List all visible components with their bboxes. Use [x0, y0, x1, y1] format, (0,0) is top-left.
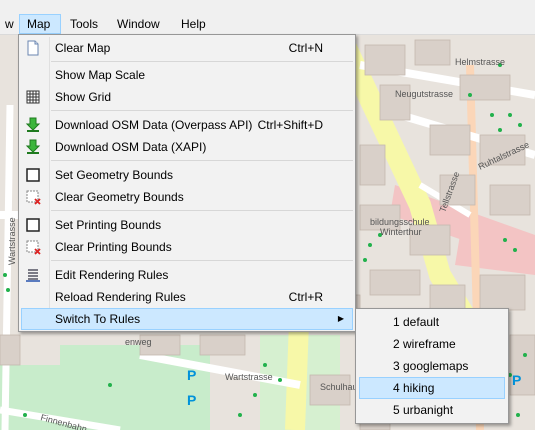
submenu-arrow-icon: ▶ — [337, 314, 344, 323]
menu-item-shortcut: Ctrl+R — [288, 290, 323, 304]
parking-icon: P — [187, 392, 196, 408]
street-label: enweg — [125, 337, 152, 347]
menu-item-label: Switch To Rules — [55, 312, 141, 326]
menu-item-download-overpass[interactable]: Download OSM Data (Overpass API) Ctrl+Sh… — [21, 114, 353, 136]
submenu-item-googlemaps[interactable]: 3 googlemaps — [359, 355, 505, 377]
park-area — [60, 345, 210, 430]
rules-list-icon — [26, 269, 40, 282]
menu-window[interactable]: Window — [110, 14, 167, 34]
menu-item-show-map-scale[interactable]: Show Map Scale — [21, 64, 353, 86]
menu-item-clear-printing-bounds[interactable]: Clear Printing Bounds — [21, 236, 353, 258]
submenu-item-hiking[interactable]: 4 hiking — [359, 377, 505, 399]
menu-item-download-xapi[interactable]: Download OSM Data (XAPI) — [21, 136, 353, 158]
menu-item-shortcut: Ctrl+N — [288, 41, 323, 55]
street-label: bildungsschule — [370, 217, 430, 227]
building — [369, 269, 421, 296]
street-label: Winterthur — [380, 227, 422, 237]
building — [479, 274, 526, 311]
menu-separator — [51, 160, 353, 161]
menu-item-shortcut: Ctrl+Shift+D — [257, 118, 323, 132]
menu-item-switch-to-rules[interactable]: Switch To Rules ▶ — [21, 308, 353, 330]
menu-item-label: Download OSM Data (XAPI) — [55, 140, 207, 154]
new-document-icon — [27, 40, 39, 56]
building — [489, 184, 531, 216]
menu-help[interactable]: Help — [174, 14, 213, 34]
building — [459, 74, 511, 101]
building — [199, 334, 246, 356]
bounds-square-icon — [26, 218, 40, 232]
clear-bounds-icon — [26, 240, 41, 255]
map-dropdown-menu: Clear Map Ctrl+N Show Map Scale Show Gri… — [18, 34, 356, 332]
street — [1, 104, 14, 430]
title-strip — [0, 0, 535, 14]
menubar: w Map Tools Window Help — [0, 14, 535, 35]
submenu-item-urbanight[interactable]: 5 urbanight — [359, 399, 505, 421]
street-label: Wartstrasse — [7, 217, 17, 265]
menu-map[interactable]: Map — [19, 14, 61, 34]
menu-item-label: Reload Rendering Rules — [55, 290, 186, 304]
building — [0, 334, 21, 366]
submenu-item-label: 1 default — [393, 315, 440, 329]
street-label: Wartstrasse — [225, 372, 273, 382]
menu-item-label: Show Map Scale — [55, 68, 146, 82]
street-label: Neugutstrasse — [395, 89, 453, 99]
menu-item-set-printing-bounds[interactable]: Set Printing Bounds — [21, 214, 353, 236]
menu-separator — [51, 110, 353, 111]
building — [429, 124, 471, 156]
menu-item-label: Clear Geometry Bounds — [55, 190, 184, 204]
submenu-item-label: 2 wireframe — [393, 337, 456, 351]
menu-item-label: Set Geometry Bounds — [55, 168, 174, 182]
menu-item-label: Edit Rendering Rules — [55, 268, 169, 282]
bounds-square-icon — [26, 168, 40, 182]
menu-item-label: Clear Printing Bounds — [55, 240, 172, 254]
menu-view-partial[interactable]: w — [0, 14, 21, 34]
building — [414, 39, 451, 66]
menu-separator — [51, 210, 353, 211]
menu-item-set-geometry-bounds[interactable]: Set Geometry Bounds — [21, 164, 353, 186]
rules-submenu: 1 default 2 wireframe 3 googlemaps 4 hik… — [355, 308, 509, 424]
grid-icon — [26, 90, 40, 104]
menu-item-label: Set Printing Bounds — [55, 218, 162, 232]
menu-separator — [51, 260, 353, 261]
clear-bounds-icon — [26, 190, 41, 205]
submenu-item-wireframe[interactable]: 2 wireframe — [359, 333, 505, 355]
menu-item-clear-geometry-bounds[interactable]: Clear Geometry Bounds — [21, 186, 353, 208]
download-arrow-icon — [25, 139, 41, 154]
submenu-item-label: 4 hiking — [393, 381, 435, 395]
menu-item-label: Show Grid — [55, 90, 112, 104]
parking-icon: P — [512, 372, 521, 388]
menu-item-reload-rendering-rules[interactable]: Reload Rendering Rules Ctrl+R — [21, 286, 353, 308]
menu-tools[interactable]: Tools — [63, 14, 105, 34]
menu-item-clear-map[interactable]: Clear Map Ctrl+N — [21, 37, 353, 59]
menu-item-edit-rendering-rules[interactable]: Edit Rendering Rules — [21, 264, 353, 286]
download-arrow-icon — [25, 117, 41, 132]
submenu-item-label: 5 urbanight — [393, 403, 454, 417]
menu-item-label: Clear Map — [55, 41, 111, 55]
submenu-item-default[interactable]: 1 default — [359, 311, 505, 333]
building — [359, 144, 386, 186]
street-label: Helmstrasse — [455, 57, 505, 67]
menu-separator — [51, 61, 353, 62]
menu-item-show-grid[interactable]: Show Grid — [21, 86, 353, 108]
menu-item-label: Download OSM Data (Overpass API) — [55, 118, 253, 132]
submenu-item-label: 3 googlemaps — [393, 359, 469, 373]
parking-icon: P — [187, 367, 196, 383]
building — [364, 44, 406, 76]
